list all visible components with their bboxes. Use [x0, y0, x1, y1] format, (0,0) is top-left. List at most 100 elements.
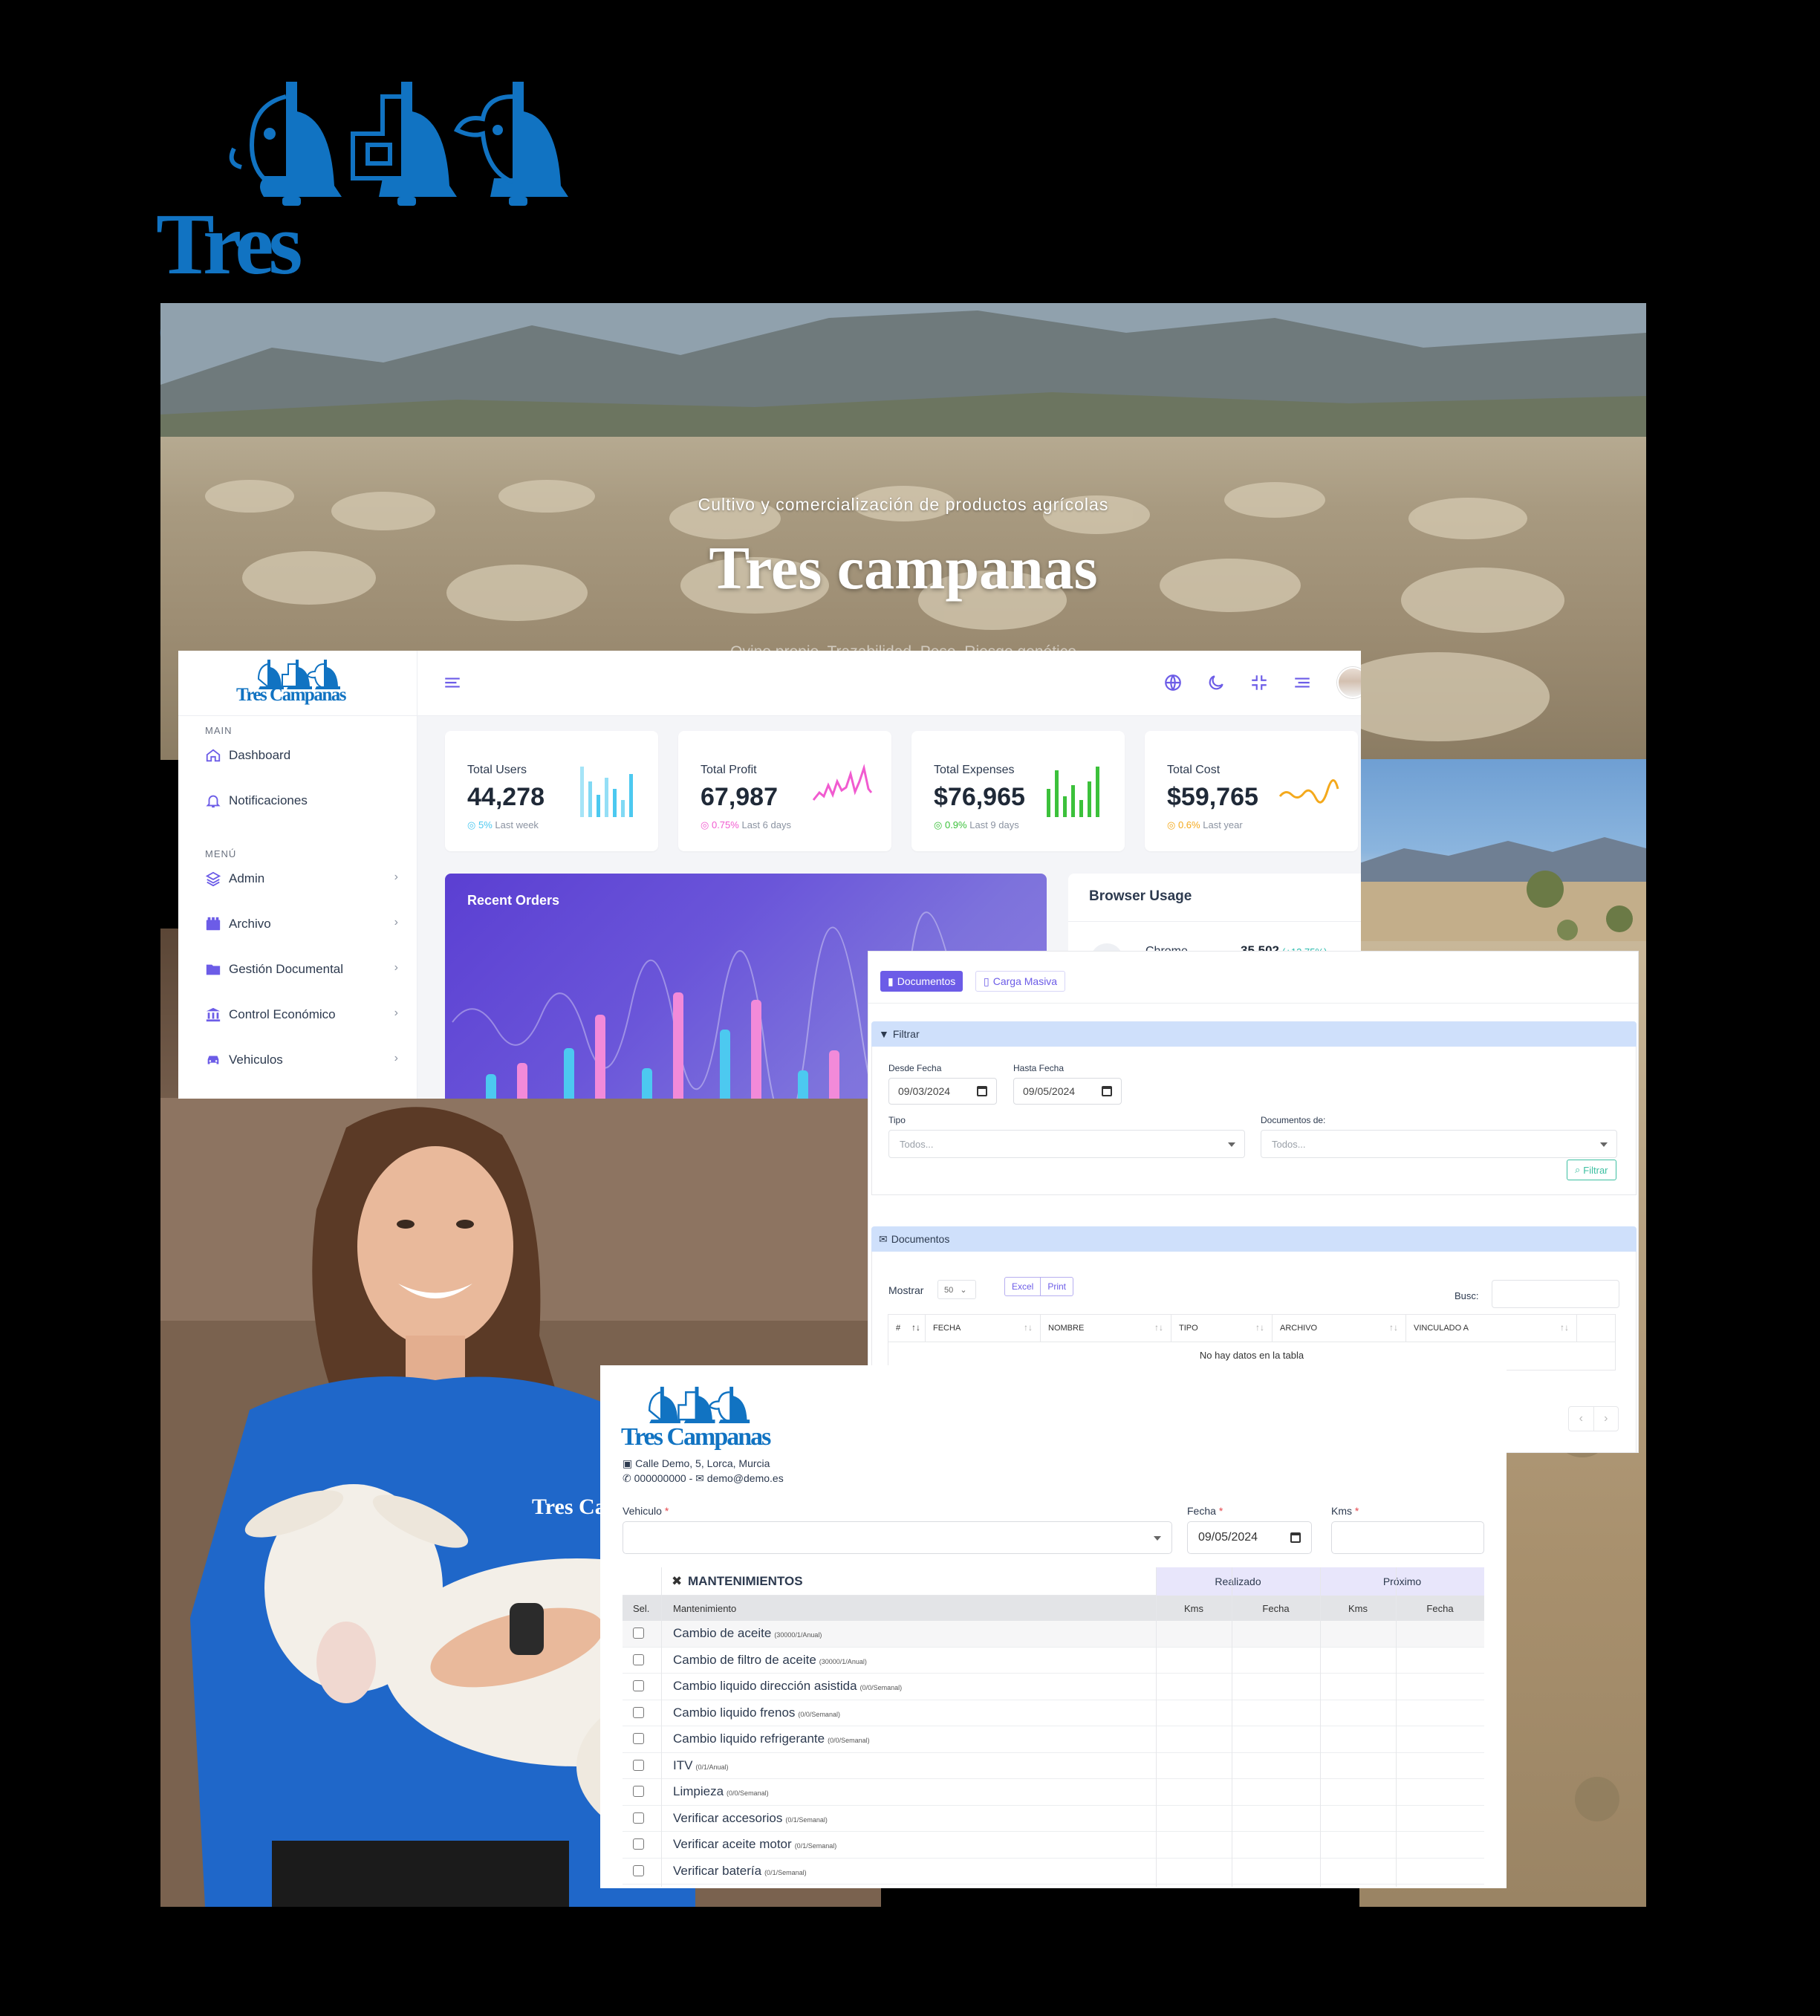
search-label: Busc:: [1455, 1290, 1479, 1301]
stat-card-users: Total Users 44,278 ◎ 5% Last week: [445, 731, 658, 851]
stat-change: ◎ 0.9% Last 9 days: [934, 819, 1019, 831]
cost-line-sparkline: [1278, 779, 1339, 804]
tab-documentos[interactable]: ▮ Documentos: [880, 971, 963, 992]
section-label-main: MAIN: [205, 725, 233, 736]
row-name: Limpieza (0/0/Semanal): [673, 1784, 769, 1799]
menu-toggle-icon[interactable]: [443, 673, 462, 692]
col-archivo[interactable]: ARCHIVO ↑↓: [1273, 1315, 1406, 1342]
stat-period: Last 6 days: [741, 819, 791, 830]
next-page-icon[interactable]: ›: [1594, 1407, 1619, 1431]
stat-change: ◎ 0.75% Last 6 days: [701, 819, 791, 831]
excel-button[interactable]: Excel: [1005, 1278, 1041, 1295]
proximo-header: Próximo: [1320, 1567, 1484, 1596]
table-row: Cambio liquido dirección asistida (0/0/Se…: [623, 1674, 1484, 1700]
documents-list-title: Documentos: [891, 1233, 950, 1245]
col-vinculado[interactable]: VINCULADO A ↑↓: [1406, 1315, 1577, 1342]
row-name: Cambio liquido frenos (0/0/Semanal): [673, 1706, 840, 1720]
sidebar-item-archivo[interactable]: Archivo ›: [205, 913, 398, 935]
documentos-de-value: Todos...: [1272, 1138, 1306, 1150]
sidebar-logo[interactable]: Tres Campanas: [178, 651, 417, 716]
documentos-de-select[interactable]: Todos...: [1261, 1130, 1617, 1158]
tipo-label: Tipo: [888, 1115, 906, 1125]
browser-usage-title: Browser Usage: [1089, 888, 1192, 904]
row-name-text: Cambio liquido frenos: [673, 1705, 796, 1720]
documents-list-header: ✉ Documentos: [871, 1226, 1637, 1252]
vehiculo-select[interactable]: [623, 1521, 1172, 1554]
row-name-text: Verificar accesorios: [673, 1810, 783, 1825]
col-tipo[interactable]: TIPO ↑↓: [1171, 1315, 1273, 1342]
stat-period: Last 9 days: [969, 819, 1019, 830]
mountain-backdrop: [160, 303, 1646, 437]
globe-icon[interactable]: [1163, 673, 1183, 692]
column-label: ARCHIVO: [1280, 1324, 1318, 1333]
upload-file-icon: ▯: [984, 975, 989, 987]
row-checkbox[interactable]: [633, 1812, 644, 1824]
row-name: ITV (0/1/Anual): [673, 1758, 728, 1773]
section-label-menu: MENÚ: [205, 848, 237, 859]
sidebar-item-admin[interactable]: Admin ›: [205, 868, 398, 890]
col-nombre[interactable]: NOMBRE ↑↓: [1041, 1315, 1171, 1342]
sidebar-item-label: Vehiculos: [229, 1053, 283, 1067]
sidebar-item-dashboard[interactable]: Dashboard: [205, 744, 398, 767]
row-note: (0/1/Semanal): [785, 1815, 828, 1824]
table-row: Cambio de aceite (30000/1/Anual): [623, 1621, 1484, 1648]
chevron-right-icon: ›: [394, 1052, 398, 1064]
tools-icon: ✖: [672, 1574, 683, 1588]
prev-page-icon[interactable]: ‹: [1569, 1407, 1594, 1431]
col-fecha[interactable]: FECHA ↑↓: [926, 1315, 1041, 1342]
brand-logo: Tres Campanas: [156, 74, 661, 376]
row-name: Cambio liquido dirección asistida (0/0/Se…: [673, 1679, 902, 1694]
table-header-top: ✖ MANTENIMIENTOS Realizado Próximo: [623, 1567, 1484, 1596]
row-checkbox[interactable]: [633, 1628, 644, 1639]
sidebar-item-label: Gestión Documental: [229, 962, 344, 976]
desde-fecha-input[interactable]: 09/03/2024: [888, 1078, 997, 1105]
row-checkbox[interactable]: [633, 1733, 644, 1744]
row-checkbox[interactable]: [633, 1759, 644, 1771]
tab-carga-masiva[interactable]: ▯ Carga Masiva: [975, 971, 1066, 992]
row-name-text: Verificar aceite motor: [673, 1837, 792, 1851]
col-proximo-fecha: Fecha: [1426, 1603, 1454, 1614]
sidebar-item-label: Admin: [229, 871, 265, 885]
stat-label: Total Cost: [1167, 764, 1221, 776]
filter-header[interactable]: ▼ Filtrar: [871, 1021, 1637, 1047]
sidebar-item-control-economico[interactable]: Control Económico ›: [205, 1004, 398, 1026]
required-mark: *: [664, 1505, 669, 1517]
row-name-text: Cambio de filtro de aceite: [673, 1652, 816, 1667]
row-checkbox[interactable]: [633, 1786, 644, 1797]
col-num[interactable]: # ↑↓: [888, 1315, 926, 1342]
stat-value: 67,987: [701, 783, 778, 811]
moon-icon[interactable]: [1206, 673, 1226, 692]
contact-line: ✆ 000000000 - ✉ demo@demo.es: [623, 1472, 784, 1485]
avatar[interactable]: [1337, 667, 1361, 698]
sidebar-item-notificaciones[interactable]: Notificaciones: [205, 790, 398, 812]
row-checkbox[interactable]: [633, 1864, 644, 1876]
table-header-columns: Sel. Mantenimiento Kms Fecha Kms Fecha: [623, 1596, 1484, 1621]
fecha-input[interactable]: 09/05/2024: [1187, 1521, 1312, 1554]
desde-fecha-label: Desde Fecha: [888, 1063, 942, 1073]
stat-change-value: 0.75%: [711, 819, 739, 830]
label-text: Fecha: [1187, 1505, 1216, 1517]
filtrar-button[interactable]: ⌕ Filtrar: [1567, 1160, 1616, 1180]
row-checkbox[interactable]: [633, 1654, 644, 1665]
table-title: MANTENIMIENTOS: [688, 1574, 803, 1588]
kms-input[interactable]: [1331, 1521, 1484, 1554]
sort-icon: ↑↓: [1154, 1322, 1163, 1333]
sidebar-item-gestion-documental[interactable]: Gestión Documental ›: [205, 958, 398, 981]
title-cell: ✖ MANTENIMIENTOS: [623, 1567, 1156, 1596]
tipo-select[interactable]: Todos...: [888, 1130, 1245, 1158]
align-right-icon[interactable]: [1293, 673, 1312, 692]
calendar-icon: [1290, 1532, 1301, 1543]
table-row: ITV (0/1/Anual): [623, 1753, 1484, 1779]
row-name: Cambio de aceite (30000/1/Anual): [673, 1626, 822, 1641]
hasta-fecha-input[interactable]: 09/05/2024: [1013, 1078, 1122, 1105]
fullscreen-exit-icon[interactable]: [1249, 673, 1269, 692]
page-size-select[interactable]: 50 ⌄: [937, 1280, 976, 1299]
sidebar-item-vehiculos[interactable]: Vehiculos ›: [205, 1049, 398, 1071]
print-button[interactable]: Print: [1041, 1278, 1073, 1295]
search-input[interactable]: [1492, 1280, 1619, 1308]
col-sel: Sel.: [633, 1603, 650, 1614]
desde-fecha-value: 09/03/2024: [898, 1085, 951, 1097]
row-checkbox[interactable]: [633, 1706, 644, 1718]
row-checkbox[interactable]: [633, 1838, 644, 1850]
row-checkbox[interactable]: [633, 1680, 644, 1691]
